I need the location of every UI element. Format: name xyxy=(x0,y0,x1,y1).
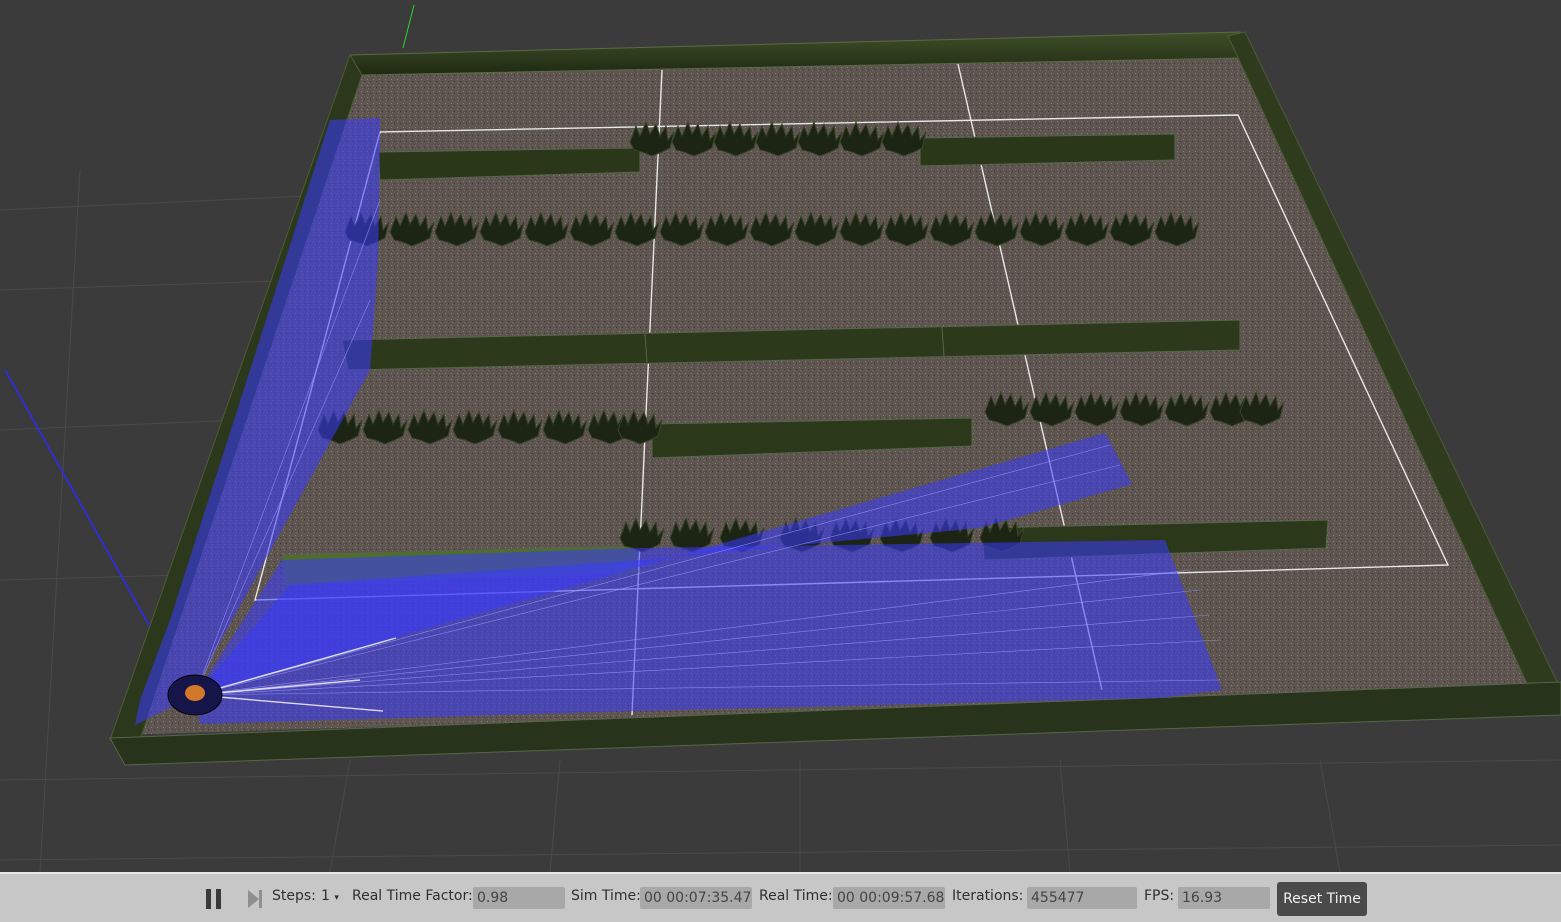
step-forward-icon[interactable] xyxy=(246,889,264,909)
chevron-down-icon: ▾ xyxy=(334,893,339,903)
rtf-field: 0.98 xyxy=(473,887,565,909)
sim-time-field: 00 00:07:35.477 xyxy=(640,887,752,909)
simulation-scene[interactable] xyxy=(0,0,1561,872)
iterations-label: Iterations: xyxy=(952,888,1024,904)
steps-value: 1 xyxy=(321,888,330,904)
time-toolbar: Steps: 1 ▾ Real Time Factor: 0.98 Sim Ti… xyxy=(0,872,1561,922)
real-time-field: 00 00:09:57.681 xyxy=(833,887,945,909)
steps-label: Steps: xyxy=(272,888,316,904)
3d-viewport[interactable] xyxy=(0,0,1561,872)
sim-time-label: Sim Time: xyxy=(571,888,641,904)
steps-dropdown[interactable]: 1 ▾ xyxy=(321,888,339,904)
pause-icon[interactable] xyxy=(205,889,223,909)
fps-label: FPS: xyxy=(1144,888,1175,904)
reset-time-button[interactable]: Reset Time xyxy=(1277,882,1367,916)
fps-field: 16.93 xyxy=(1178,887,1270,909)
rtf-label: Real Time Factor: xyxy=(352,888,473,904)
real-time-label: Real Time: xyxy=(759,888,833,904)
robot[interactable] xyxy=(167,674,223,716)
y-axis-line xyxy=(402,4,415,49)
iterations-field: 455477 xyxy=(1027,887,1137,909)
